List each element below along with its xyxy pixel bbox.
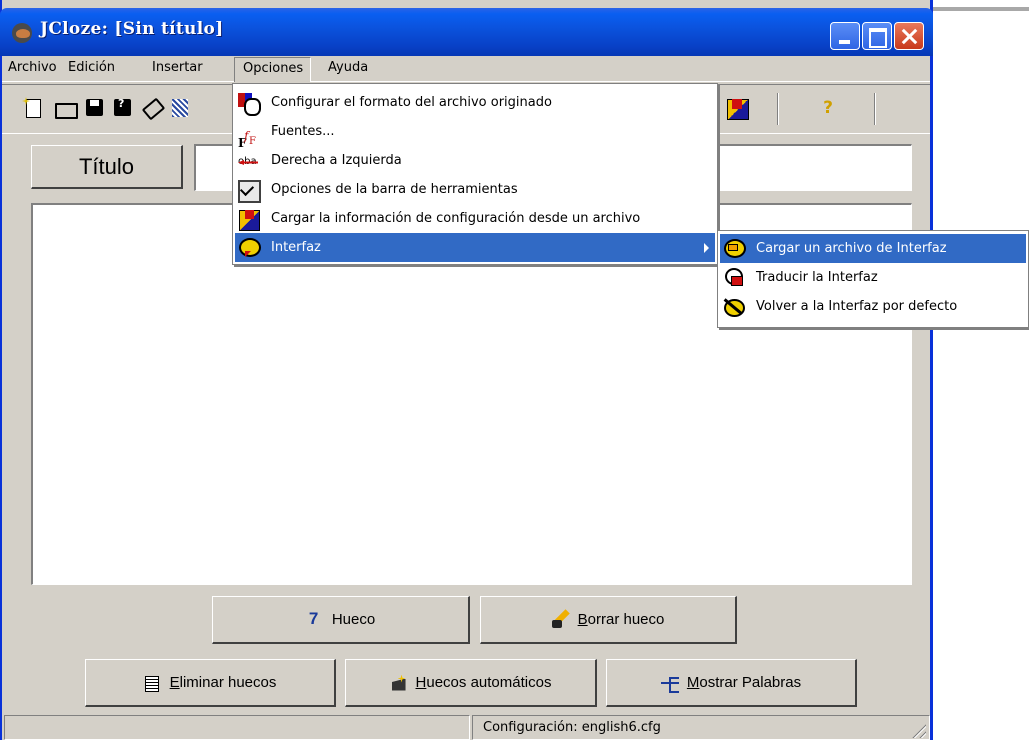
interface-icon <box>238 238 261 258</box>
help-icon[interactable]: ? <box>817 97 839 119</box>
new-file-icon[interactable] <box>22 97 44 119</box>
opciones-menu: Configurar el formato del archivo origin… <box>232 83 718 265</box>
title-button[interactable]: Título <box>31 145 183 189</box>
load-interface-icon <box>723 239 746 259</box>
menu-item-label: Cargar la información de configuración d… <box>271 211 641 226</box>
web-page-icon[interactable] <box>170 97 192 119</box>
menu-archivo[interactable]: Archivo <box>8 60 57 75</box>
menu-item-label: Configurar el formato del archivo origin… <box>271 95 552 110</box>
status-panel-left <box>4 715 470 740</box>
menu-item-traducir-interfaz[interactable]: Traducir la Interfaz <box>720 263 1026 292</box>
maximize-button[interactable] <box>862 22 892 50</box>
menu-edicion[interactable]: Edición <box>68 60 115 75</box>
borrar-hueco-label: Borrar hueco <box>577 611 665 628</box>
interfaz-submenu: Cargar un archivo de Interfaz Traducir l… <box>717 230 1029 328</box>
menu-item-label: Volver a la Interfaz por defecto <box>756 299 958 314</box>
huecos-automaticos-label: Huecos automáticos <box>415 674 552 691</box>
menu-item-cargar-interfaz[interactable]: Cargar un archivo de Interfaz <box>720 234 1026 263</box>
delete-gaps-icon <box>144 675 162 692</box>
menu-item-fuentes[interactable]: FfF Fuentes... <box>235 117 715 150</box>
hueco-label: Hueco <box>331 611 376 628</box>
title-bar[interactable]: JCloze: [Sin título] <box>0 8 933 56</box>
status-panel-config: Configuración: english6.cfg <box>472 715 930 740</box>
menu-item-label: Fuentes... <box>271 124 335 139</box>
open-folder-icon[interactable] <box>54 97 78 119</box>
huecos-automaticos-button[interactable]: Huecos automáticos <box>345 659 597 707</box>
menu-item-label: Traducir la Interfaz <box>756 270 878 285</box>
status-bar: Configuración: english6.cfg <box>2 713 930 740</box>
save-as-icon[interactable] <box>112 97 134 119</box>
window-title: JCloze: [Sin título] <box>40 19 224 39</box>
menu-item-label: Interfaz <box>271 240 321 255</box>
desktop-background <box>933 0 1029 740</box>
show-words-icon <box>660 675 679 693</box>
menu-opciones-label: Opciones <box>243 61 304 76</box>
gap-icon <box>306 609 324 629</box>
menu-ayuda[interactable]: Ayuda <box>328 60 368 75</box>
translate-interface-icon <box>723 268 743 288</box>
default-interface-icon <box>723 297 745 317</box>
submenu-arrow-icon <box>704 243 709 253</box>
eraser-icon[interactable] <box>141 97 163 119</box>
menu-item-opciones-barra[interactable]: Opciones de la barra de herramientas <box>235 175 715 204</box>
borrar-hueco-button[interactable]: Borrar hueco <box>480 596 737 644</box>
minimize-button[interactable] <box>830 22 860 50</box>
menu-opciones[interactable]: Opciones <box>234 57 312 82</box>
toolbar-options-icon <box>238 180 261 203</box>
format-icon <box>238 93 261 116</box>
app-icon[interactable] <box>12 23 32 43</box>
fonts-icon: FfF <box>238 129 256 150</box>
menu-item-cargar-configuracion[interactable]: Cargar la información de configuración d… <box>235 204 715 233</box>
menu-item-configurar-formato[interactable]: Configurar el formato del archivo origin… <box>235 88 715 117</box>
close-button[interactable] <box>894 22 924 50</box>
eliminar-huecos-button[interactable]: Eliminar huecos <box>85 659 336 707</box>
menu-item-interfaz-defecto[interactable]: Volver a la Interfaz por defecto <box>720 292 1026 321</box>
load-config-icon <box>238 209 260 231</box>
menu-item-label: Opciones de la barra de herramientas <box>271 182 518 197</box>
eliminar-huecos-label: Eliminar huecos <box>169 674 277 691</box>
menu-item-label: Derecha a Izquierda <box>271 153 402 168</box>
menu-insertar[interactable]: Insertar <box>152 60 203 75</box>
toolbar-separator <box>777 93 779 125</box>
mostrar-palabras-label: Mostrar Palabras <box>686 674 802 691</box>
mostrar-palabras-button[interactable]: Mostrar Palabras <box>606 659 857 707</box>
menu-item-label: Cargar un archivo de Interfaz <box>756 241 947 256</box>
desktop-line <box>933 7 1029 11</box>
menu-bar: Archivo Edición Insertar Opciones Ayuda <box>2 56 930 82</box>
load-config-toolbar-icon[interactable] <box>726 97 749 120</box>
hueco-button[interactable]: Hueco <box>212 596 470 644</box>
save-icon[interactable] <box>84 97 106 119</box>
rtl-icon <box>238 147 258 176</box>
erase-gap-icon <box>551 612 570 628</box>
toolbar-separator <box>874 93 876 125</box>
menu-item-derecha-izquierda[interactable]: Derecha a Izquierda <box>235 146 715 176</box>
auto-gaps-icon <box>390 675 408 691</box>
menu-item-interfaz[interactable]: Interfaz <box>235 233 715 262</box>
